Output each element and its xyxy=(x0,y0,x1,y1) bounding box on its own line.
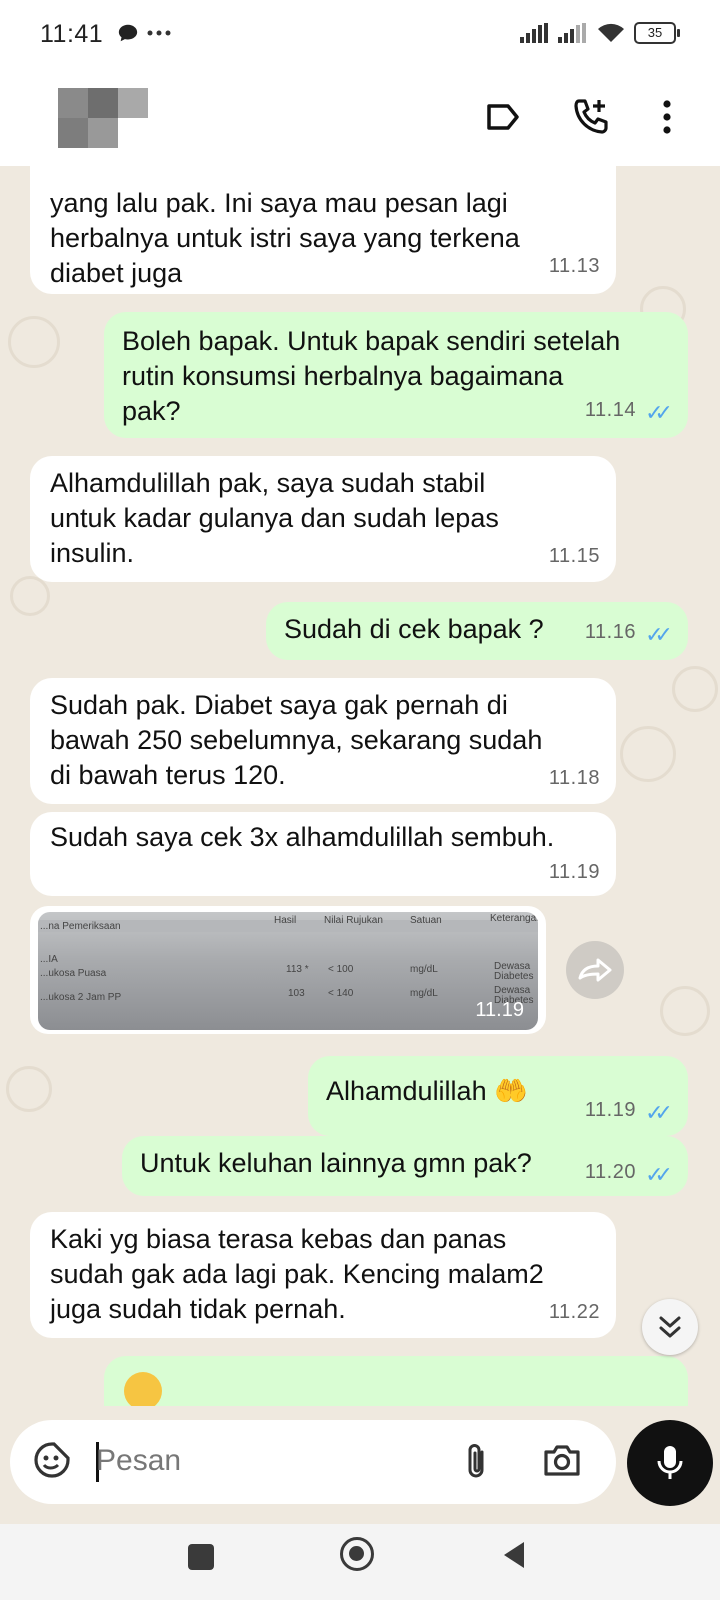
read-ticks-icon: ✓✓ xyxy=(645,1100,673,1125)
lab-result-photo[interactable]: ...na Pemeriksaan Hasil Nilai Rujukan Sa… xyxy=(38,912,538,1030)
battery-icon: 35 xyxy=(634,22,680,44)
message-time: 11.15 xyxy=(548,545,600,567)
wallpaper-doodle xyxy=(672,666,718,712)
chat-bubble-icon xyxy=(118,24,138,42)
system-nav-bar xyxy=(0,1524,720,1600)
forward-button[interactable] xyxy=(566,941,624,999)
status-time: 11:41 xyxy=(40,20,104,48)
message-bubble-outgoing[interactable]: Sudah di cek bapak ? 11.16 ✓✓ xyxy=(266,602,688,660)
home-icon[interactable] xyxy=(340,1537,374,1571)
sticker-icon[interactable] xyxy=(32,1440,72,1485)
message-time: 11.20 xyxy=(584,1161,636,1183)
message-time: 11.18 xyxy=(548,767,600,789)
message-bubble-outgoing[interactable]: Alhamdulillah 🤲 11.19 ✓✓ xyxy=(308,1056,688,1136)
status-notification-icons xyxy=(117,22,171,44)
wallpaper-doodle xyxy=(660,986,710,1036)
photo-col-rujukan: Nilai Rujukan xyxy=(324,915,383,926)
message-bubble-outgoing[interactable]: Boleh bapak. Untuk bapak sendiri setelah… xyxy=(104,312,688,438)
photo-col-hasil: Hasil xyxy=(274,915,297,926)
photo-section: ...IA xyxy=(40,954,58,965)
chat-area[interactable]: yang lalu pak. Ini saya mau pesan lagi h… xyxy=(0,166,720,1406)
photo-row-satuan: mg/dL xyxy=(410,964,438,975)
message-bubble-incoming[interactable]: yang lalu pak. Ini saya mau pesan lagi h… xyxy=(30,166,616,294)
message-text: Kaki yg biasa terasa kebas dan panas sud… xyxy=(50,1224,544,1324)
label-icon[interactable] xyxy=(478,92,528,142)
message-bubble-incoming[interactable]: Kaki yg biasa terasa kebas dan panas sud… xyxy=(30,1212,616,1338)
composer: Pesan xyxy=(0,1406,720,1524)
signal-icon xyxy=(520,23,548,43)
photo-col-ket: Keterangan xyxy=(490,913,538,924)
voice-record-button[interactable] xyxy=(627,1420,713,1506)
photo-row-ket: Dewasa Diabetes xyxy=(494,961,534,982)
attach-icon[interactable] xyxy=(464,1442,490,1487)
more-dots-icon xyxy=(147,30,171,36)
message-time: 11.19 xyxy=(584,1099,636,1121)
photo-row-name: ...ukosa Puasa xyxy=(40,968,107,979)
forward-icon xyxy=(578,958,612,982)
chat-header xyxy=(0,72,720,166)
message-bubble-incoming[interactable]: Alhamdulillah pak, saya sudah stabil unt… xyxy=(30,456,616,582)
emoji-icon xyxy=(124,1372,162,1406)
message-time: 11.16 xyxy=(584,621,636,643)
battery-level: 35 xyxy=(647,25,663,40)
wallpaper-doodle xyxy=(8,316,60,368)
message-bubble-incoming[interactable]: Sudah saya cek 3x alhamdulillah sembuh. … xyxy=(30,812,616,896)
message-input[interactable]: Pesan xyxy=(96,1444,181,1478)
photo-row-rujukan: < 140 xyxy=(328,988,354,999)
signal-icon-2 xyxy=(558,23,586,43)
back-icon[interactable] xyxy=(502,1540,526,1575)
add-call-icon[interactable] xyxy=(566,92,616,142)
read-ticks-icon: ✓✓ xyxy=(645,622,673,647)
read-ticks-icon: ✓✓ xyxy=(645,1162,673,1187)
photo-row-hasil: 103 xyxy=(288,988,305,999)
message-text: Sudah saya cek 3x alhamdulillah sembuh. xyxy=(50,822,555,852)
wallpaper-doodle xyxy=(10,576,50,616)
photo-row-hasil: 113 * xyxy=(286,964,309,975)
microphone-icon xyxy=(657,1446,683,1479)
photo-row-name: ...ukosa 2 Jam PP xyxy=(40,992,122,1003)
message-text: Sudah pak. Diabet saya gak pernah di baw… xyxy=(50,690,543,790)
message-bubble-outgoing-partial[interactable] xyxy=(104,1356,688,1406)
message-text: Alhamdulillah pak, saya sudah stabil unt… xyxy=(50,468,499,568)
read-ticks-icon: ✓✓ xyxy=(645,400,673,425)
photo-row-rujukan: < 100 xyxy=(328,964,354,975)
recents-icon[interactable] xyxy=(188,1544,214,1570)
image-message-bubble[interactable]: ...na Pemeriksaan Hasil Nilai Rujukan Sa… xyxy=(30,906,546,1034)
message-time: 11.22 xyxy=(548,1301,600,1323)
wallpaper-doodle xyxy=(6,1066,52,1112)
overflow-menu-icon[interactable] xyxy=(642,92,692,142)
message-time: 11.14 xyxy=(584,399,636,421)
message-time: 11.13 xyxy=(548,255,600,277)
status-bar: 11:41 35 xyxy=(0,0,720,72)
photo-col-name: ...na Pemeriksaan xyxy=(40,921,121,932)
wallpaper-doodle xyxy=(620,726,676,782)
message-bubble-outgoing[interactable]: Untuk keluhan lainnya gmn pak? 11.20 ✓✓ xyxy=(122,1136,688,1196)
photo-row-satuan: mg/dL xyxy=(410,988,438,999)
status-system-icons: 35 xyxy=(520,22,680,44)
photo-col-satuan: Satuan xyxy=(410,915,442,926)
double-chevron-down-icon xyxy=(659,1316,681,1338)
message-time: 11.19 xyxy=(548,861,600,883)
message-input-container[interactable]: Pesan xyxy=(10,1420,616,1504)
scroll-to-bottom-button[interactable] xyxy=(642,1299,698,1355)
camera-icon[interactable] xyxy=(542,1442,582,1483)
wifi-icon xyxy=(598,23,624,42)
message-text: yang lalu pak. Ini saya mau pesan lagi h… xyxy=(50,188,520,288)
contact-avatar-pixelated[interactable] xyxy=(58,88,148,148)
message-bubble-incoming[interactable]: Sudah pak. Diabet saya gak pernah di baw… xyxy=(30,678,616,804)
message-time: 11.19 xyxy=(475,999,524,1021)
